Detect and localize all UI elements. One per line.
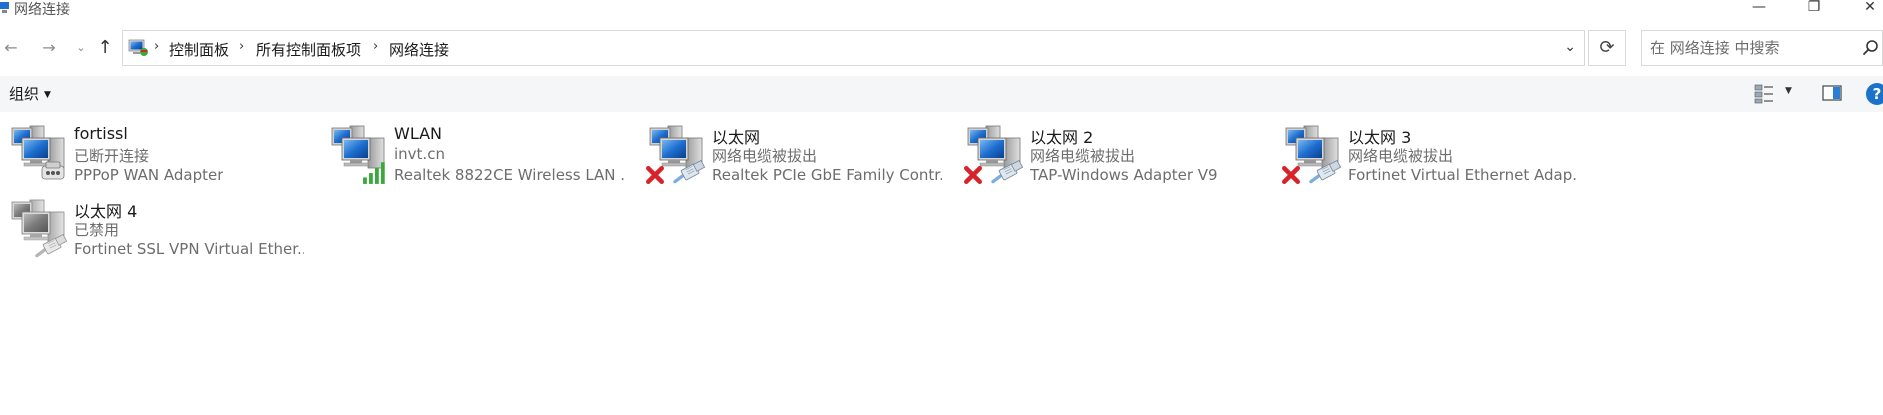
command-bar: 组织 ▼ ▼ ? [0,76,1883,112]
recent-locations-chevron-icon[interactable]: ⌄ [70,37,92,59]
breadcrumb-control-panel[interactable]: 控制面板 [169,39,229,60]
connection-status: 网络电缆被拔出 [1348,147,1454,165]
connection-item-wlan[interactable]: WLAN invt.cn Realtek 8822CE Wireless LAN… [328,124,638,192]
forward-arrow-icon[interactable]: → [38,37,60,59]
view-options-caret-icon[interactable]: ▼ [1785,86,1792,96]
address-dropdown-chevron-icon[interactable]: ⌄ [1564,39,1576,55]
breadcrumb-separator[interactable]: › [239,39,244,54]
breadcrumb-separator[interactable]: › [154,39,159,54]
caret-down-icon: ▼ [44,90,51,100]
restore-button[interactable]: ❐ [1800,0,1828,16]
connection-item-fortissl[interactable]: fortissl 已断开连接 PPPoP WAN Adapter [8,124,318,192]
preview-pane-icon[interactable] [1822,85,1842,101]
connection-item-ethernet-3[interactable]: 以太网 3 网络电缆被拔出 Fortinet Virtual Ethernet … [1282,124,1592,192]
connection-device: Realtek PCIe GbE Family Contr... [712,166,942,184]
connection-status: invt.cn [394,145,445,163]
refresh-button[interactable]: ⟳ [1588,30,1626,66]
breadcrumb-all-control-panel-items[interactable]: 所有控制面板项 [256,39,361,60]
organize-menu-button[interactable]: 组织 ▼ [9,83,51,104]
connection-device: Fortinet SSL VPN Virtual Ether... [74,240,304,258]
title-bar: 网络连接 — ❐ ✕ [0,0,1883,18]
back-arrow-icon[interactable]: ← [0,37,22,59]
connection-item-ethernet-2[interactable]: 以太网 2 网络电缆被拔出 TAP-Windows Adapter V9 [964,124,1274,192]
breadcrumb-separator[interactable]: › [373,39,378,54]
connection-status: 网络电缆被拔出 [712,147,818,165]
search-box[interactable] [1641,30,1883,66]
close-button[interactable]: ✕ [1856,0,1883,16]
change-view-icon[interactable] [1754,84,1774,104]
ethernet-disabled-icon [8,198,68,258]
wifi-connection-icon [328,124,385,184]
control-panel-icon [128,39,148,56]
connection-status: 已禁用 [74,221,120,239]
organize-label: 组织 [9,85,40,103]
connection-item-ethernet-4[interactable]: 以太网 4 已禁用 Fortinet SSL VPN Virtual Ether… [8,198,318,266]
pppoe-connection-icon [8,124,65,180]
connection-device: Realtek 8822CE Wireless LAN ... [394,166,624,184]
connection-device: PPPoP WAN Adapter [74,166,224,184]
connection-name: fortissl [74,124,128,143]
help-icon[interactable]: ? [1866,83,1883,105]
connection-status: 网络电缆被拔出 [1030,147,1136,165]
search-icon[interactable] [1862,39,1880,57]
navigation-bar: ← → ⌄ ↑ › 控制面板 › 所有控制面板项 › 网络连接 ⌄ ⟳ [0,28,1883,68]
ethernet-connection-icon [646,124,706,186]
connection-item-ethernet[interactable]: 以太网 网络电缆被拔出 Realtek PCIe GbE Family Cont… [646,124,956,192]
breadcrumb-network-connections[interactable]: 网络连接 [389,39,449,60]
network-connections-icon [0,2,9,13]
minimize-button[interactable]: — [1745,0,1773,16]
ethernet-connection-icon [1282,124,1342,186]
connection-status: 已断开连接 [74,147,150,165]
ethernet-connection-icon [964,124,1024,186]
connection-name: WLAN [394,124,443,143]
address-bar[interactable]: › 控制面板 › 所有控制面板项 › 网络连接 ⌄ [122,30,1585,66]
up-arrow-icon[interactable]: ↑ [94,37,116,59]
window-title: 网络连接 [14,2,70,18]
connection-device: Fortinet Virtual Ethernet Adap... [1348,166,1578,184]
connection-device: TAP-Windows Adapter V9 [1030,166,1218,184]
search-input[interactable] [1650,37,1850,59]
